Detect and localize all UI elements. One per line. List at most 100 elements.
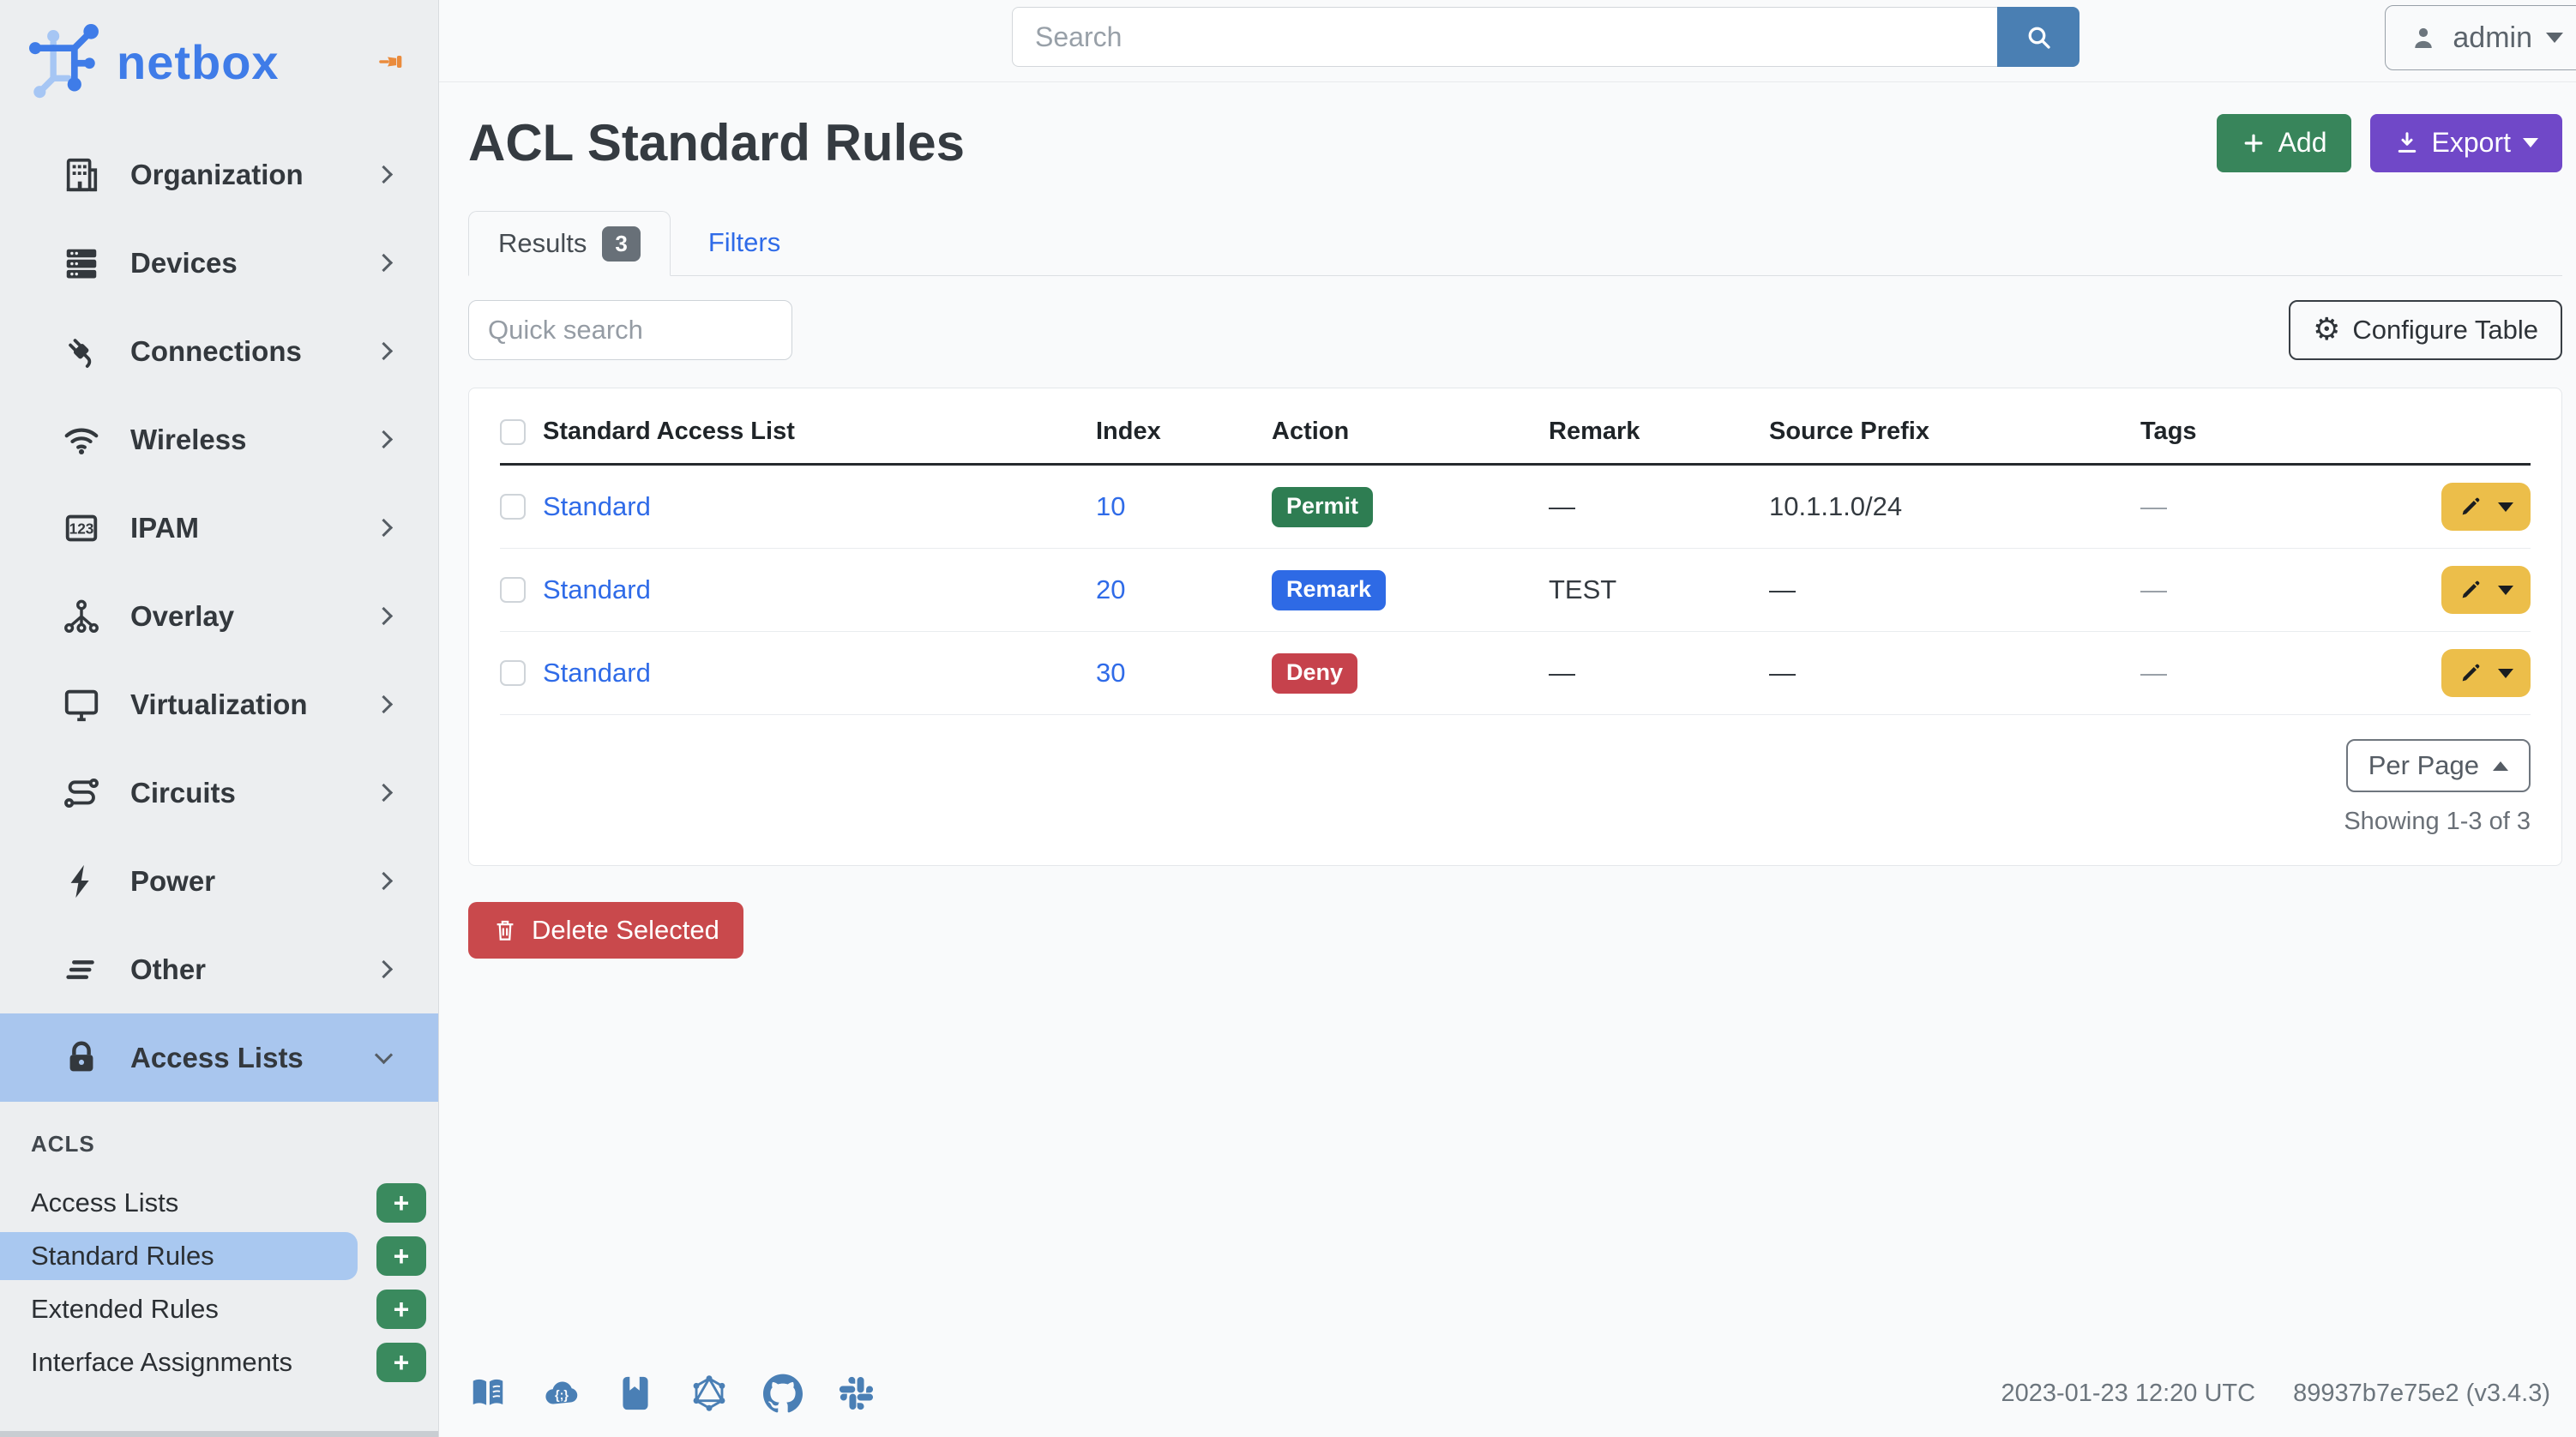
column-header-action[interactable]: Action <box>1272 402 1549 463</box>
per-page-label: Per Page <box>2368 750 2479 780</box>
caret-down-icon[interactable] <box>2498 502 2513 512</box>
plus-icon <box>2244 134 2262 152</box>
rule-index-link[interactable]: 30 <box>1096 658 1125 688</box>
topbar: admin <box>439 0 2576 82</box>
sidebar-nav: Organization Devices Connections Wireles… <box>0 130 438 1102</box>
subnav-item-access-lists[interactable]: Access Lists <box>0 1179 358 1227</box>
slack-link[interactable] <box>837 1374 876 1413</box>
quick-search-input[interactable] <box>468 300 792 360</box>
slack-icon <box>839 1376 874 1410</box>
sidebar-item-label: Power <box>130 864 216 897</box>
column-header-source-prefix[interactable]: Source Prefix <box>1769 402 2140 463</box>
row-checkbox[interactable] <box>500 577 526 603</box>
building-icon <box>66 158 98 191</box>
global-search-input[interactable] <box>1012 7 1997 67</box>
add-interface-assignment-button[interactable]: + <box>376 1343 426 1382</box>
table-controls: ⚙ Configure Table <box>468 300 2562 360</box>
subnav-item-extended-rules[interactable]: Extended Rules <box>0 1285 358 1333</box>
sidebar-item-connections[interactable]: Connections <box>0 307 438 395</box>
global-search-button[interactable] <box>1997 7 2079 67</box>
tab-filters[interactable]: Filters <box>671 210 818 275</box>
row-checkbox[interactable] <box>500 660 526 686</box>
cell-tags: — <box>2140 574 2167 604</box>
subnav-item-standard-rules[interactable]: Standard Rules <box>0 1232 358 1280</box>
delete-selected-button[interactable]: Delete Selected <box>468 902 743 959</box>
footer-links: {;} <box>468 1374 876 1413</box>
sidebar-item-overlay[interactable]: Overlay <box>0 572 438 660</box>
netbox-logo-icon[interactable] <box>29 24 105 99</box>
page-content: ACL Standard Rules Add Export Results 3 … <box>439 113 2576 959</box>
chevron-right-icon <box>374 341 394 361</box>
wifi-icon <box>64 428 99 454</box>
logo-row: netbox <box>0 0 438 106</box>
api-cloud-icon: {;} <box>545 1381 578 1404</box>
chevron-right-icon <box>374 959 394 979</box>
docs-link[interactable] <box>468 1374 508 1413</box>
tab-results[interactable]: Results 3 <box>468 211 671 276</box>
add-standard-rule-button[interactable]: + <box>376 1236 426 1276</box>
caret-down-icon[interactable] <box>2498 585 2513 595</box>
numbers-box-icon: 123 <box>65 514 98 541</box>
column-header-standard-access-list[interactable]: Standard Access List <box>543 402 1096 463</box>
global-search <box>1012 7 2079 67</box>
user-menu-button[interactable]: admin <box>2385 5 2576 70</box>
sidebar-item-devices[interactable]: Devices <box>0 219 438 307</box>
export-button[interactable]: Export <box>2369 113 2562 172</box>
github-link[interactable] <box>763 1374 803 1413</box>
edit-rule-button[interactable] <box>2441 649 2531 697</box>
cell-index: 10 <box>1096 474 1272 539</box>
header-divider <box>500 463 2531 466</box>
access-list-link[interactable]: Standard <box>543 491 651 521</box>
add-extended-rule-button[interactable]: + <box>376 1290 426 1329</box>
column-header-remark[interactable]: Remark <box>1549 402 1769 463</box>
caret-down-icon[interactable] <box>2498 668 2513 678</box>
configure-table-label: Configure Table <box>2352 315 2538 345</box>
netbox-logo-glyph <box>29 24 99 99</box>
column-header-tags[interactable]: Tags <box>2140 402 2425 463</box>
footer: {;} 2023-01-23 12:20 UTC 89937b7e75e2 (v… <box>439 1358 2576 1437</box>
add-access-list-button[interactable]: + <box>376 1183 426 1223</box>
rule-index-link[interactable]: 20 <box>1096 574 1125 604</box>
sidebar-item-power[interactable]: Power <box>0 837 438 925</box>
sidebar-item-organization[interactable]: Organization <box>0 130 438 219</box>
sidebar-item-other[interactable]: Other <box>0 925 438 1013</box>
footer-meta: 2023-01-23 12:20 UTC 89937b7e75e2 (v3.4.… <box>2001 1380 2550 1408</box>
cell-index: 20 <box>1096 557 1272 622</box>
sidebar-item-access-lists[interactable]: Access Lists <box>0 1013 438 1102</box>
configure-table-button[interactable]: ⚙ Configure Table <box>2289 300 2562 360</box>
chevron-right-icon <box>374 783 394 803</box>
row-checkbox[interactable] <box>500 494 526 520</box>
cell-source-prefix: 10.1.1.0/24 <box>1769 491 1903 521</box>
source-link[interactable] <box>616 1374 655 1413</box>
sidebar-item-ipam[interactable]: 123 IPAM <box>0 484 438 572</box>
per-page-button[interactable]: Per Page <box>2345 739 2531 792</box>
brand-wordmark[interactable]: netbox <box>117 34 280 90</box>
edit-rule-button[interactable] <box>2441 483 2531 531</box>
pencil-icon <box>2462 497 2480 515</box>
sidebar-item-label: Organization <box>130 158 304 190</box>
subnav-item-interface-assignments[interactable]: Interface Assignments <box>0 1338 358 1386</box>
chevron-right-icon <box>374 165 394 184</box>
access-list-link[interactable]: Standard <box>543 658 651 688</box>
caret-down-icon <box>2546 33 2563 43</box>
graphql-link[interactable] <box>689 1374 729 1413</box>
subnav-row-extended-rules: Extended Rules + <box>0 1283 438 1336</box>
export-button-label: Export <box>2431 127 2511 158</box>
subnav-row-standard-rules: Standard Rules + <box>0 1230 438 1283</box>
sidebar-item-wireless[interactable]: Wireless <box>0 395 438 484</box>
access-list-link[interactable]: Standard <box>543 574 651 604</box>
sidebar-item-circuits[interactable]: Circuits <box>0 749 438 837</box>
sidebar-item-virtualization[interactable]: Virtualization <box>0 660 438 749</box>
rule-index-link[interactable]: 10 <box>1096 491 1125 521</box>
main-area: admin ACL Standard Rules Add Exp <box>439 0 2576 1437</box>
edit-rule-button[interactable] <box>2441 566 2531 614</box>
tab-results-label: Results <box>498 228 587 258</box>
api-link[interactable]: {;} <box>542 1374 581 1413</box>
column-header-index[interactable]: Index <box>1096 402 1272 463</box>
pin-sidebar-button[interactable] <box>375 43 412 81</box>
download-icon <box>2398 131 2416 153</box>
select-all-checkbox[interactable] <box>500 418 526 445</box>
add-button[interactable]: Add <box>2216 113 2351 172</box>
sidebar-item-label: Circuits <box>130 776 236 809</box>
docs-book-icon <box>472 1379 503 1405</box>
